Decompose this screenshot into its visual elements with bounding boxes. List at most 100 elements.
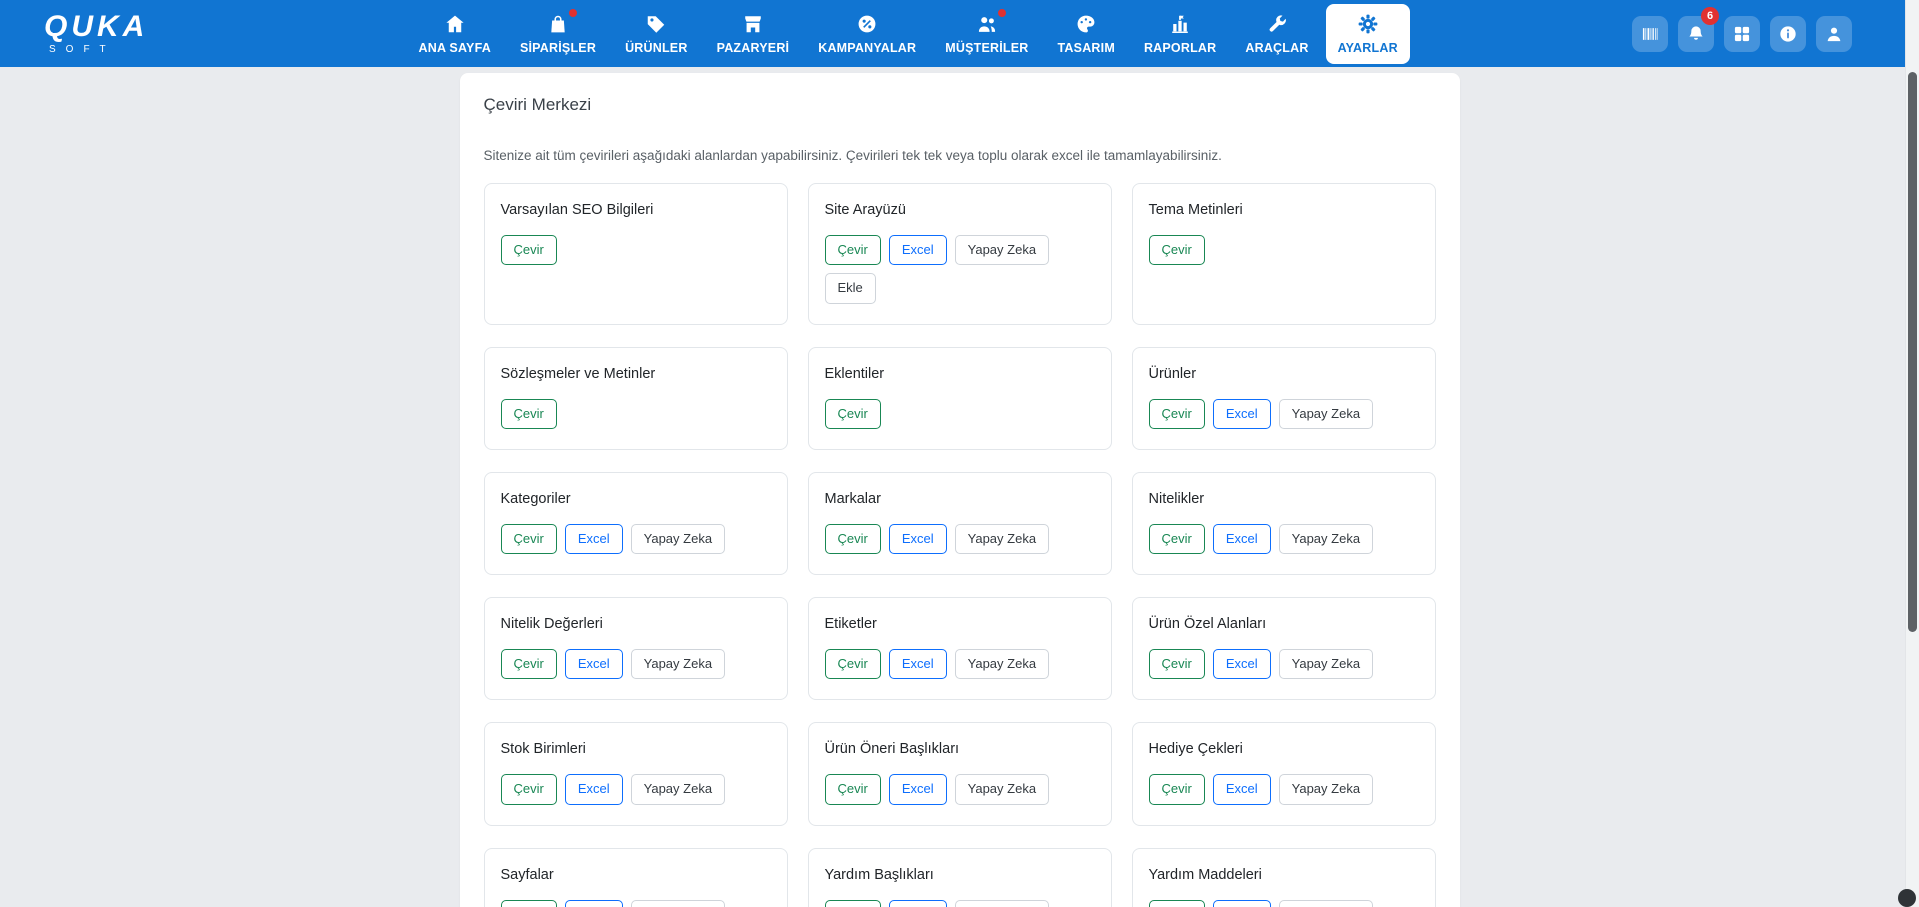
card-actions: Çevir Excel Yapay Zeka [1149, 900, 1419, 907]
scrollbar-thumb[interactable] [1908, 72, 1917, 632]
marketplace-icon [742, 13, 764, 35]
excel-button[interactable]: Excel [889, 524, 947, 554]
excel-button[interactable]: Excel [1213, 399, 1271, 429]
nav-item-raporlar[interactable]: RAPORLAR [1132, 4, 1228, 64]
card-title: Sayfalar [501, 867, 771, 883]
translation-card: Sayfalar Çevir Excel Yapay Zeka [484, 848, 788, 907]
excel-button[interactable]: Excel [565, 900, 623, 907]
design-icon [1075, 13, 1097, 35]
excel-button[interactable]: Excel [565, 524, 623, 554]
yapay-zeka-button[interactable]: Yapay Zeka [955, 235, 1049, 265]
cevir-button[interactable]: Çevir [1149, 900, 1205, 907]
translation-card: KategorilerÇevirExcelYapay Zeka [484, 472, 788, 575]
nav-item-araclar[interactable]: ARAÇLAR [1233, 4, 1320, 64]
excel-button[interactable]: Excel [1213, 524, 1271, 554]
excel-button[interactable]: Excel [889, 900, 947, 907]
card-actions: Çevir Excel Yapay Zeka [501, 649, 771, 679]
page-content: Çeviri Merkezi Sitenize ait tüm çevirile… [0, 67, 1919, 907]
card-title: Markalar [825, 491, 1095, 507]
info-button[interactable] [1770, 16, 1806, 52]
yapay-zeka-button[interactable]: Yapay Zeka [1279, 900, 1373, 907]
card-actions: Çevir [825, 399, 1095, 429]
card-title: Etiketler [825, 616, 1095, 632]
card-title: Nitelik Değerleri [501, 616, 771, 632]
cevir-button[interactable]: Çevir [501, 399, 557, 429]
nav-item-ana-sayfa[interactable]: ANA SAYFA [407, 4, 503, 64]
cevir-button[interactable]: Çevir [825, 900, 881, 907]
cevir-button[interactable]: Çevir [825, 235, 881, 265]
card-actions: Çevir Excel Yapay Zeka [825, 649, 1095, 679]
yapay-zeka-button[interactable]: Yapay Zeka [955, 649, 1049, 679]
alert-dot [569, 9, 577, 17]
card-title: Stok Birimleri [501, 741, 771, 757]
excel-button[interactable]: Excel [1213, 774, 1271, 804]
yapay-zeka-button[interactable]: Yapay Zeka [631, 524, 725, 554]
cevir-button[interactable]: Çevir [825, 399, 881, 429]
excel-button[interactable]: Excel [1213, 900, 1271, 907]
cevir-button[interactable]: Çevir [1149, 774, 1205, 804]
nav-item-ayarlar[interactable]: AYARLAR [1326, 4, 1410, 64]
barcode-button[interactable] [1632, 16, 1668, 52]
scroll-corner-dot [1898, 889, 1916, 907]
yapay-zeka-button[interactable]: Yapay Zeka [955, 774, 1049, 804]
cevir-button[interactable]: Çevir [825, 524, 881, 554]
excel-button[interactable]: Excel [1213, 649, 1271, 679]
translation-cards-grid: Varsayılan SEO BilgileriÇevirSite Arayüz… [484, 183, 1436, 907]
cevir-button[interactable]: Çevir [501, 235, 557, 265]
excel-button[interactable]: Excel [889, 235, 947, 265]
yapay-zeka-button[interactable]: Yapay Zeka [1279, 524, 1373, 554]
translation-card: Stok Birimleri Çevir Excel Yapay Zeka [484, 722, 788, 825]
ekle-button[interactable]: Ekle [825, 273, 876, 303]
yapay-zeka-button[interactable]: Yapay Zeka [631, 649, 725, 679]
cevir-button[interactable]: Çevir [1149, 399, 1205, 429]
main-nav: ANA SAYFASİPARİŞLERÜRÜNLER PAZARYERİ KAMPA… [407, 4, 1410, 64]
apps-icon [1732, 24, 1752, 44]
cevir-button[interactable]: Çevir [1149, 235, 1205, 265]
brand-logo[interactable]: QUKA SOFT [44, 12, 148, 55]
translation-card: NiteliklerÇevirExcelYapay Zeka [1132, 472, 1436, 575]
account-button[interactable] [1816, 16, 1852, 52]
settings-icon [1357, 13, 1379, 35]
yapay-zeka-button[interactable]: Yapay Zeka [955, 524, 1049, 554]
yapay-zeka-button[interactable]: Yapay Zeka [631, 774, 725, 804]
nav-item-siparisler[interactable]: SİPARİŞLER [508, 4, 608, 64]
card-actions: Çevir [501, 399, 771, 429]
yapay-zeka-button[interactable]: Yapay Zeka [1279, 649, 1373, 679]
cevir-button[interactable]: Çevir [501, 900, 557, 907]
card-title: Eklentiler [825, 366, 1095, 382]
cevir-button[interactable]: Çevir [825, 649, 881, 679]
card-actions: Çevir Excel Yapay Zeka [825, 774, 1095, 804]
nav-item-musteriler[interactable]: MÜŞTERİLER [933, 4, 1040, 64]
notifications-button[interactable]: 6 [1678, 16, 1714, 52]
yapay-zeka-button[interactable]: Yapay Zeka [631, 900, 725, 907]
brand-subtitle: SOFT [44, 45, 148, 55]
apps-button[interactable] [1724, 16, 1760, 52]
excel-button[interactable]: Excel [889, 774, 947, 804]
card-title: Sözleşmeler ve Metinler [501, 366, 771, 382]
cevir-button[interactable]: Çevir [1149, 649, 1205, 679]
scrollbar-track[interactable] [1905, 0, 1919, 907]
top-navigation-bar: QUKA SOFT ANA SAYFASİPARİŞLERÜRÜNLER PAZA… [0, 0, 1919, 67]
excel-button[interactable]: Excel [565, 649, 623, 679]
nav-item-urunler[interactable]: ÜRÜNLER [613, 4, 700, 64]
excel-button[interactable]: Excel [889, 649, 947, 679]
reports-icon [1169, 13, 1191, 35]
cevir-button[interactable]: Çevir [825, 774, 881, 804]
yapay-zeka-button[interactable]: Yapay Zeka [955, 900, 1049, 907]
nav-item-tasarim[interactable]: TASARIM [1046, 4, 1127, 64]
nav-item-kampanyalar[interactable]: KAMPANYALAR [806, 4, 928, 64]
card-actions: Çevir Excel Yapay Zeka [501, 900, 771, 907]
cevir-button[interactable]: Çevir [501, 774, 557, 804]
cevir-button[interactable]: Çevir [501, 524, 557, 554]
card-actions: Çevir Excel Yapay Zeka [1149, 399, 1419, 429]
card-actions: Çevir Excel Yapay Zeka [1149, 524, 1419, 554]
nav-item-pazaryeri[interactable]: PAZARYERİ [705, 4, 802, 64]
cevir-button[interactable]: Çevir [501, 649, 557, 679]
translation-card: Sözleşmeler ve Metinler Çevir [484, 347, 788, 450]
excel-button[interactable]: Excel [565, 774, 623, 804]
cevir-button[interactable]: Çevir [1149, 524, 1205, 554]
yapay-zeka-button[interactable]: Yapay Zeka [1279, 399, 1373, 429]
page-description: Sitenize ait tüm çevirileri aşağıdaki al… [484, 148, 1436, 163]
yapay-zeka-button[interactable]: Yapay Zeka [1279, 774, 1373, 804]
nav-item-label: PAZARYERİ [717, 41, 790, 55]
